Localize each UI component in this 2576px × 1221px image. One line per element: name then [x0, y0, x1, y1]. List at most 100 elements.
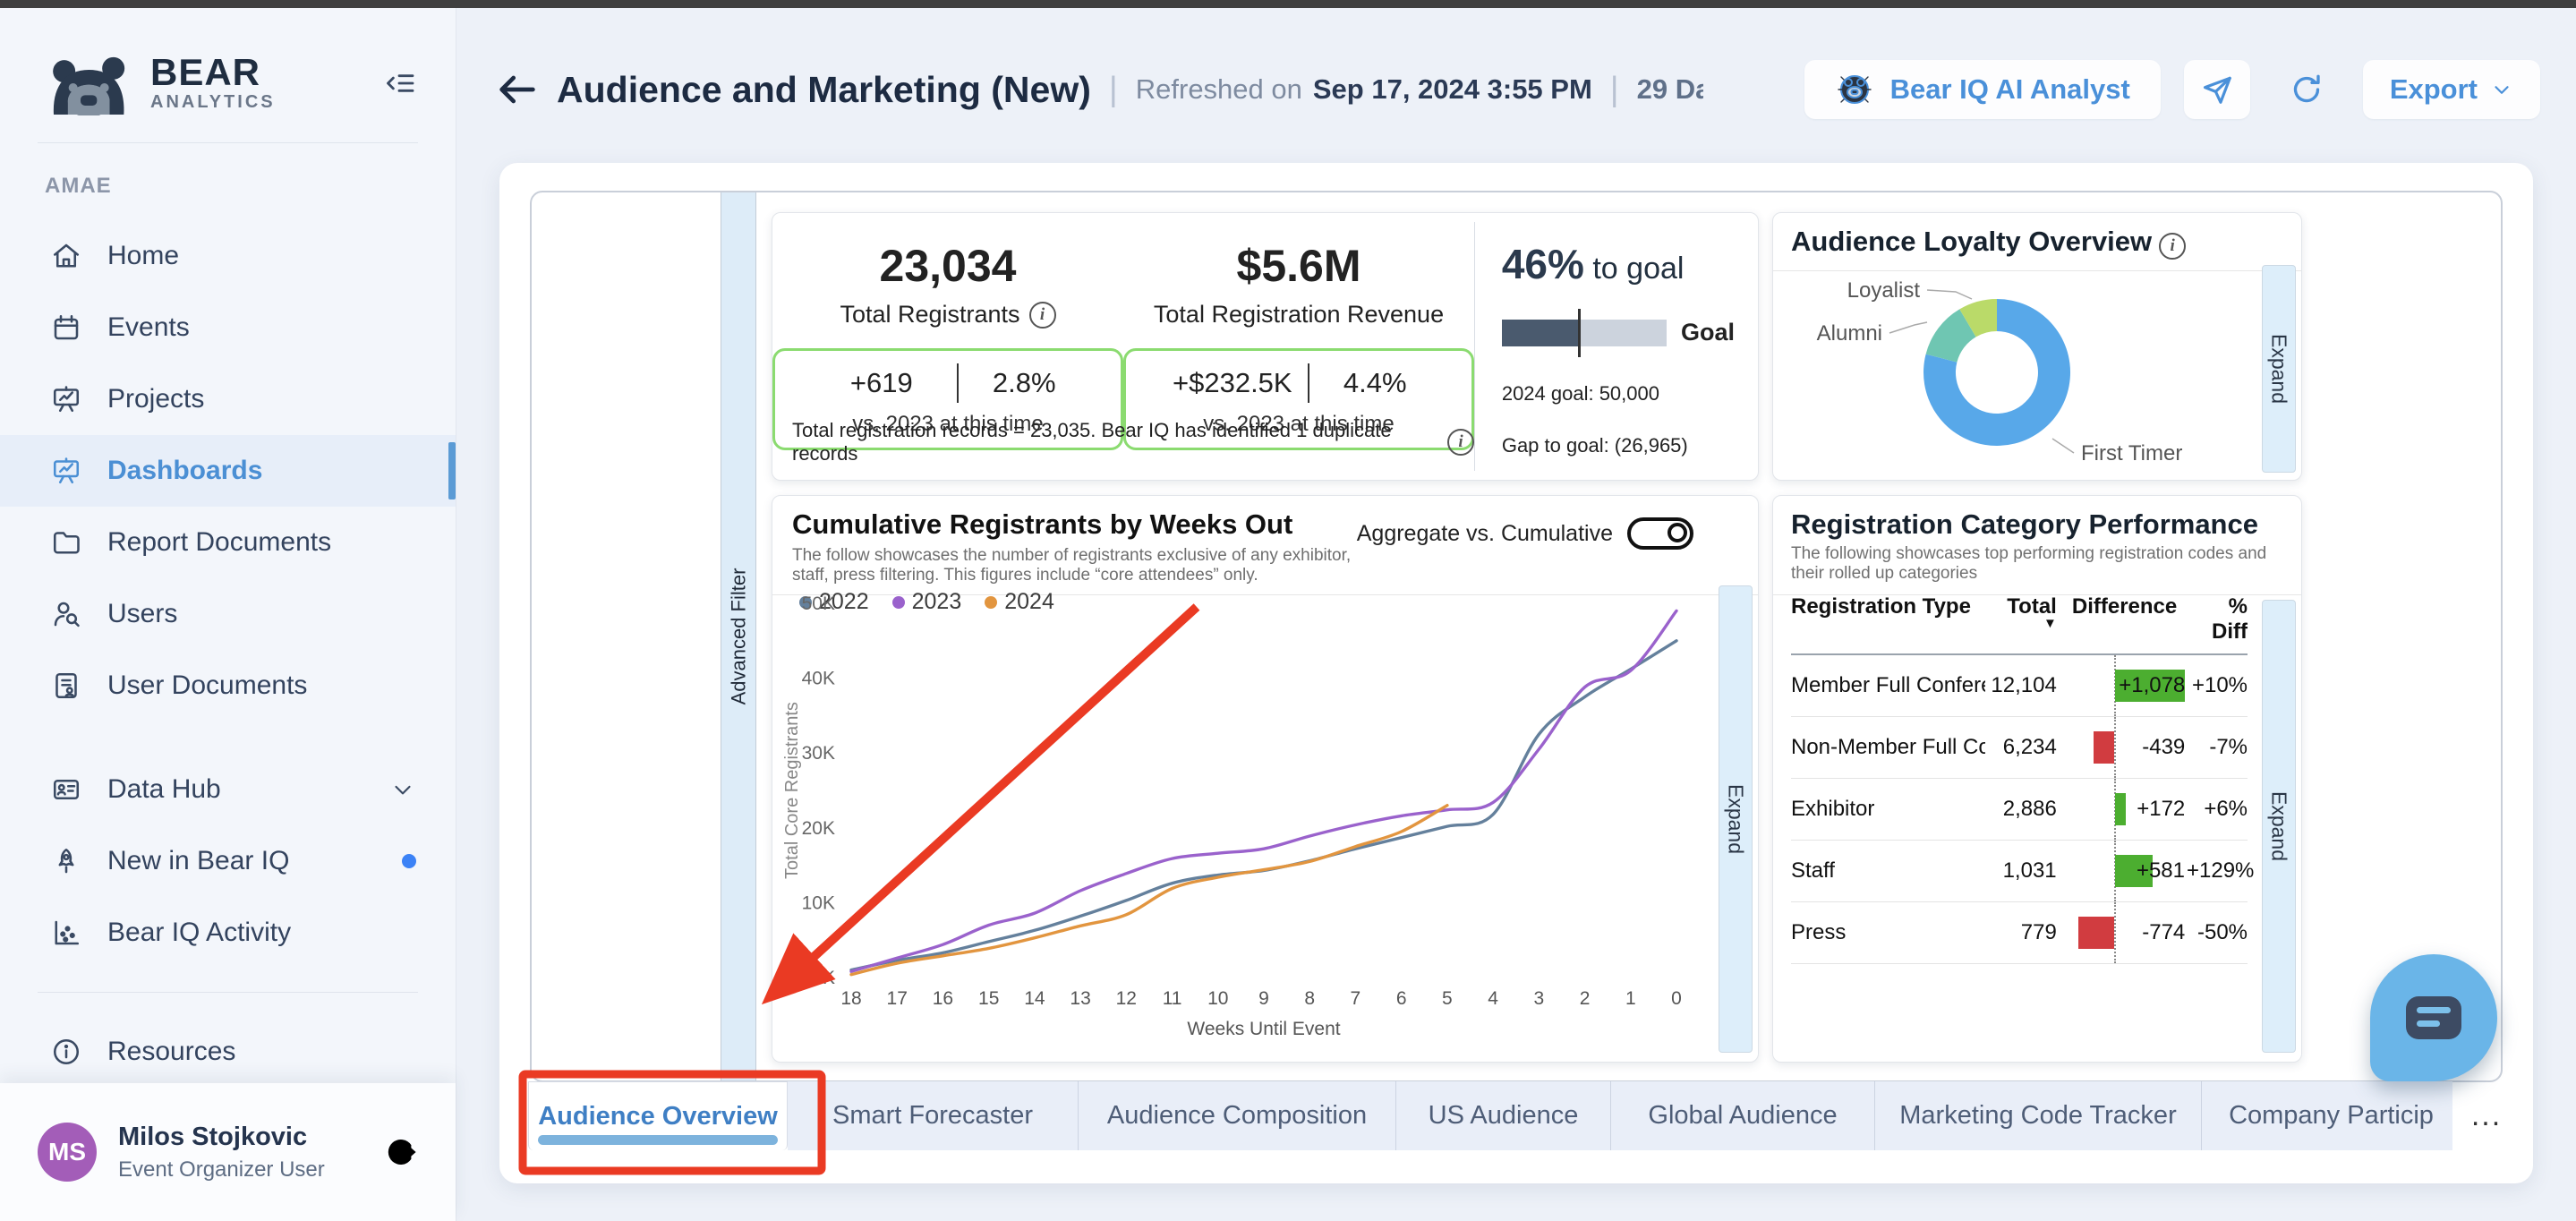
info-icon[interactable]: i	[2159, 233, 2186, 260]
tab-audience-overview[interactable]: Audience Overview	[528, 1081, 788, 1150]
table-row[interactable]: Exhibitor 2,886 +172 +6%	[1791, 779, 2248, 841]
user-search-icon	[50, 598, 82, 630]
cell-pct-diff: +6%	[2187, 797, 2248, 822]
ai-analyst-label: Bear IQ AI Analyst	[1890, 73, 2130, 106]
tab-marketing-code-tracker[interactable]: Marketing Code Tracker	[1875, 1081, 2202, 1150]
document-icon	[50, 670, 82, 702]
sidebar-item-new-in-bear-iq[interactable]: New in Bear IQ	[0, 825, 456, 897]
goal-marker	[1578, 309, 1581, 357]
col-pct-diff[interactable]: % Diff	[2187, 594, 2248, 645]
sidebar: BEAR ANALYTICS AMAE Home Events Projects	[0, 8, 456, 1221]
tab-overflow-button[interactable]: ...	[2460, 1081, 2513, 1150]
tab-label: Smart Forecaster	[832, 1101, 1033, 1131]
presentation-icon	[50, 383, 82, 415]
kpi-label: Total Registrants	[840, 301, 1019, 329]
col-registration-type[interactable]: Registration Type	[1791, 594, 1985, 645]
tab-label: Marketing Code Tracker	[1899, 1101, 2176, 1131]
tab-company-particip[interactable]: Company Particip	[2202, 1081, 2452, 1150]
export-label: Export	[2390, 73, 2478, 106]
chevron-down-icon	[389, 776, 416, 803]
cell-total: 2,886	[1985, 797, 2062, 822]
tab-smart-forecaster[interactable]: Smart Forecaster	[788, 1081, 1079, 1150]
sidebar-item-projects[interactable]: Projects	[0, 363, 456, 435]
cell-total: 779	[1985, 920, 2062, 945]
arrow-left-icon	[494, 66, 541, 113]
col-difference[interactable]: Difference	[2062, 594, 2187, 619]
info-icon[interactable]: i	[1029, 302, 1056, 329]
cell-total: 1,031	[1985, 858, 2062, 884]
x-tick-label: 8	[1304, 988, 1315, 1009]
aggregate-cumulative-toggle[interactable]	[1627, 517, 1693, 550]
sidebar-item-resources[interactable]: Resources	[0, 1016, 456, 1088]
table-row[interactable]: Member Full Conference 12,104 +1,078 +10…	[1791, 655, 2248, 717]
goal-suffix: to goal	[1592, 252, 1684, 286]
sidebar-item-label: Events	[107, 312, 416, 343]
sidebar-item-bear-iq-activity[interactable]: Bear IQ Activity	[0, 897, 456, 969]
x-tick-label: 17	[887, 988, 908, 1009]
cell-pct-diff: +129%	[2187, 858, 2248, 884]
sidebar-item-home[interactable]: Home	[0, 220, 456, 292]
y-tick-label: 50K	[802, 593, 835, 614]
cell-type: Exhibitor	[1791, 797, 1985, 822]
days-out-text: 29 Da	[1637, 73, 1703, 106]
new-badge-dot	[402, 854, 416, 868]
export-button[interactable]: Export	[2363, 60, 2540, 119]
chat-button[interactable]	[2370, 954, 2497, 1081]
expand-label: Expand	[2267, 791, 2291, 861]
kpi-footnote: Total registration records = 23,035. Bea…	[792, 419, 1435, 465]
table-row[interactable]: Staff 1,031 +581 +129%	[1791, 841, 2248, 902]
widget-title: Registration Category Performance	[1791, 508, 2258, 540]
expand-strip[interactable]: Expand	[2262, 265, 2296, 473]
bear-iq-ai-analyst-button[interactable]: Bear IQ AI Analyst	[1804, 60, 2161, 119]
dashboard-tab-strip: Audience Overview Smart Forecaster Audienc…	[528, 1081, 2452, 1150]
expand-strip[interactable]: Expand	[2262, 600, 2296, 1053]
logout-icon[interactable]	[382, 1133, 420, 1171]
refresh-icon	[2289, 72, 2324, 107]
tab-label: Audience Composition	[1107, 1101, 1367, 1131]
goal-progress-bar	[1502, 320, 1667, 346]
loyalty-donut-chart: First Timer Alumni Loyalist	[1773, 260, 2301, 480]
y-tick-label: 20K	[802, 818, 835, 839]
kpi-delta-pct: 4.4%	[1309, 367, 1440, 399]
table-row[interactable]: Non-Member Full Conferen... 6,234 -439 -…	[1791, 717, 2248, 779]
x-tick-label: 12	[1116, 988, 1137, 1009]
advanced-filter-strip[interactable]: Advanced Filter	[721, 192, 756, 1080]
brand-subname: ANALYTICS	[150, 91, 276, 113]
widget-subtitle: The following showcases top performing r…	[1791, 544, 2283, 584]
back-button[interactable]	[490, 63, 544, 116]
category-table: Registration Type Total▼ Difference % Di…	[1791, 594, 2248, 964]
send-button[interactable]	[2184, 60, 2250, 119]
tab-label: Company Particip	[2229, 1101, 2434, 1131]
toggle-knob	[1668, 523, 1687, 542]
y-tick-label: 30K	[802, 743, 835, 764]
cell-type: Staff	[1791, 858, 1985, 884]
sidebar-item-events[interactable]: Events	[0, 292, 456, 363]
info-icon	[50, 1036, 82, 1068]
cell-diff: +1,078	[2119, 673, 2185, 698]
tab-us-audience[interactable]: US Audience	[1396, 1081, 1611, 1150]
sidebar-item-label: Users	[107, 599, 416, 629]
kpi-value: $5.6M	[1237, 240, 1361, 292]
sidebar-item-dashboards[interactable]: Dashboards	[0, 435, 456, 507]
tab-label: US Audience	[1429, 1101, 1579, 1131]
sidebar-item-report-documents[interactable]: Report Documents	[0, 507, 456, 578]
sidebar-item-label: Resources	[107, 1037, 416, 1067]
expand-label: Expand	[2267, 334, 2291, 404]
zero-axis	[2114, 902, 2116, 963]
info-icon[interactable]: i	[1447, 429, 1474, 456]
cell-pct-diff: -7%	[2187, 735, 2248, 760]
sidebar-collapse-button[interactable]	[379, 63, 420, 104]
sidebar-item-user-documents[interactable]: User Documents	[0, 650, 456, 722]
col-total[interactable]: Total▼	[1985, 594, 2062, 645]
sidebar-item-data-hub[interactable]: Data Hub	[0, 754, 456, 825]
table-row[interactable]: Press 779 -774 -50%	[1791, 902, 2248, 964]
x-tick-label: 7	[1351, 988, 1361, 1009]
x-tick-label: 0	[1671, 988, 1682, 1009]
kpi-value: 23,034	[880, 240, 1017, 292]
expand-strip[interactable]: Expand	[1719, 585, 1753, 1053]
tab-global-audience[interactable]: Global Audience	[1611, 1081, 1875, 1150]
refresh-button[interactable]	[2273, 60, 2340, 119]
sidebar-item-users[interactable]: Users	[0, 578, 456, 650]
x-tick-label: 15	[978, 988, 999, 1009]
tab-audience-composition[interactable]: Audience Composition	[1079, 1081, 1396, 1150]
